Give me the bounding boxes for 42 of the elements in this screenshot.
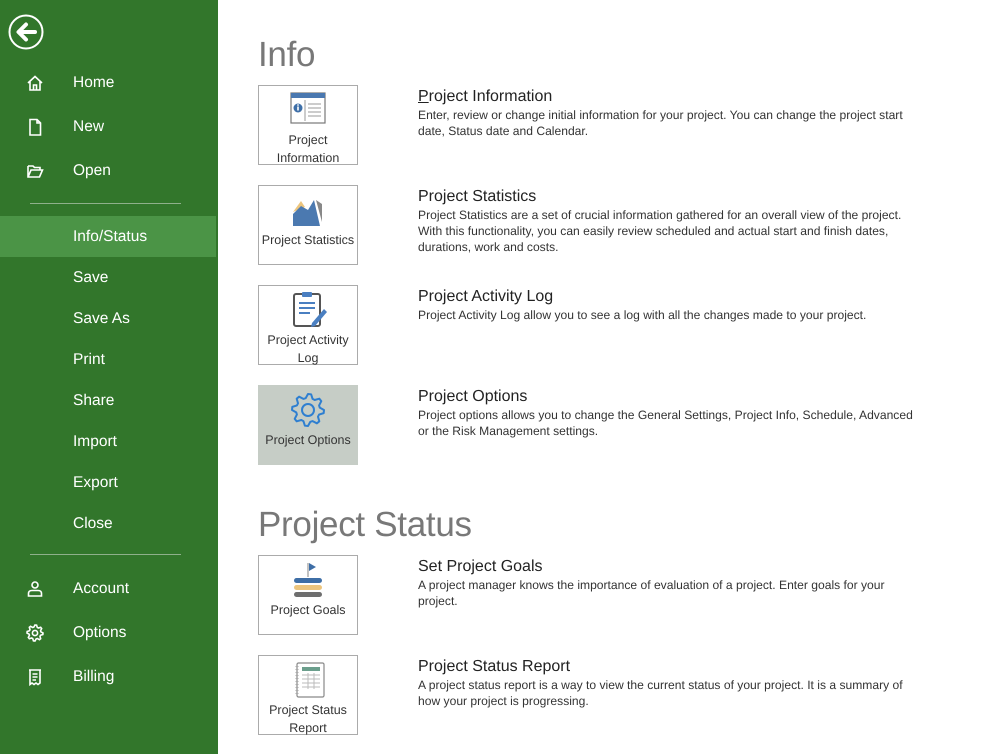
- card-title: Set Project Goals: [418, 557, 544, 577]
- menu-item[interactable]: Options: [0, 611, 216, 655]
- card-title: Project Options: [418, 387, 528, 407]
- menu-item[interactable]: Close: [0, 503, 216, 544]
- gear-icon: [288, 390, 328, 430]
- menu-item[interactable]: New: [0, 105, 216, 149]
- menu-item[interactable]: Account: [0, 567, 216, 611]
- back-button[interactable]: [8, 14, 44, 50]
- document-icon: [26, 118, 44, 136]
- tile-button[interactable]: Project Activity Log: [258, 285, 358, 365]
- card-title: Project Activity Log: [418, 287, 554, 307]
- home-icon: [26, 74, 44, 92]
- section-heading: Info: [258, 35, 316, 75]
- menu-item[interactable]: Import: [0, 421, 216, 462]
- folder-icon: [26, 162, 44, 180]
- section-heading: Project Status: [258, 505, 473, 545]
- card-description: Project Activity Log allow you to see a log with all the changes made to your project.: [418, 307, 868, 323]
- menu-item[interactable]: Home: [0, 61, 216, 105]
- tile-button[interactable]: Project Options: [258, 385, 358, 465]
- gear-icon: [26, 624, 44, 642]
- menu-item[interactable]: Billing: [0, 655, 216, 699]
- card-title: Project Statistics: [418, 187, 538, 207]
- tile-button[interactable]: Project Information: [258, 85, 358, 165]
- card-title: Project Information: [418, 87, 554, 107]
- person-icon: [26, 580, 44, 598]
- card-title: Project Status Report: [418, 657, 572, 677]
- card-description: A project manager knows the importance of evaluation of a project. Enter goals for your project.: [418, 577, 886, 609]
- menu-item[interactable]: Print: [0, 339, 216, 380]
- menu-item[interactable]: Open: [0, 149, 216, 193]
- card-description: A project status report is a way to view the current status of your project. It is a summary of how your project is progressing.: [418, 677, 904, 709]
- menu-item[interactable]: Export: [0, 462, 216, 503]
- tile-button[interactable]: Project Status Report: [258, 655, 358, 735]
- card-description: Project Statistics are a set of crucial information gathered for an overall view of the project. With this functionality, you can easily review scheduled and actual start and finish dates, durations, work and costs.: [418, 207, 902, 255]
- receipt-icon: [26, 668, 44, 686]
- menu-item[interactable]: Save: [0, 257, 216, 298]
- menu-item[interactable]: Share: [0, 380, 216, 421]
- menu-item[interactable]: Save As: [0, 298, 216, 339]
- tile-button[interactable]: Project Goals: [258, 555, 358, 635]
- card-description: Enter, review or change initial information for your project. You can change the project start date, Status date and Calendar.: [418, 107, 904, 139]
- menu-item[interactable]: Info/Status: [0, 216, 216, 257]
- card-description: Project options allows you to change the General Settings, Project Info, Schedule, Advanced or the Risk Management settings.: [418, 407, 914, 439]
- tile-button[interactable]: Project Statistics: [258, 185, 358, 265]
